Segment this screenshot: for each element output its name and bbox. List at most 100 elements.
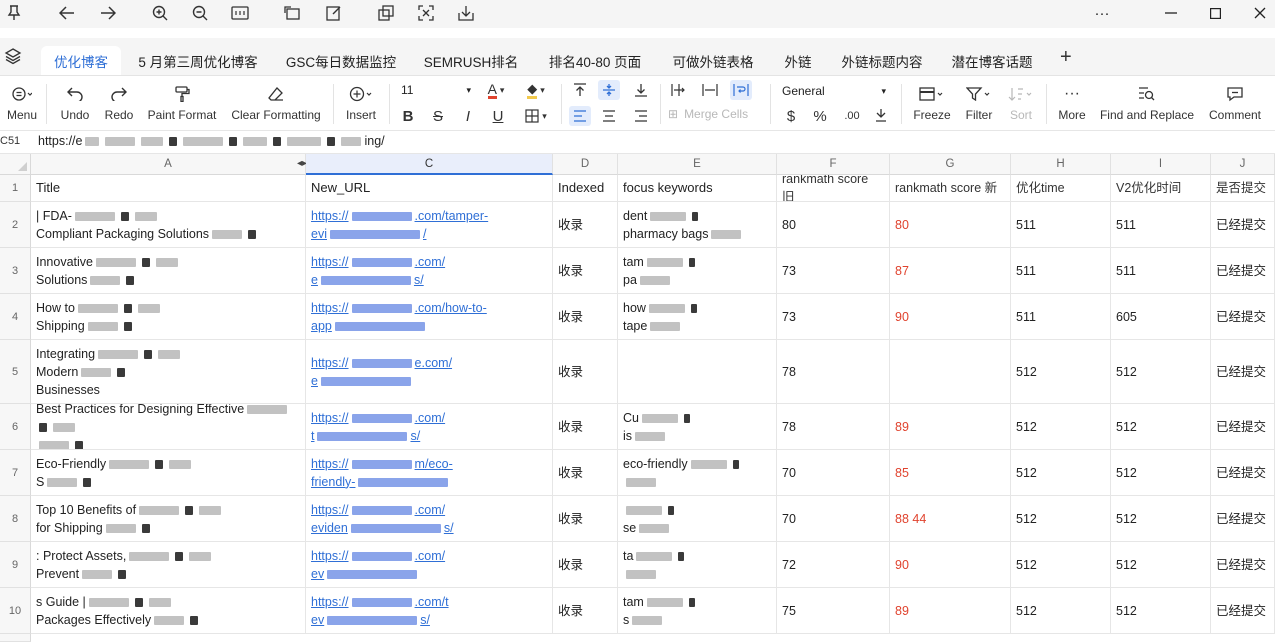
row-header-9[interactable]: 9	[0, 542, 31, 588]
title-cell[interactable]: Eco-Friendly S	[31, 450, 306, 496]
tab-semrush-rank[interactable]: SEMRUSH排名	[412, 46, 530, 75]
submitted-cell[interactable]: 已经提交	[1211, 496, 1275, 542]
bold-button[interactable]: B	[398, 106, 418, 126]
score-old-cell[interactable]: 70	[777, 450, 890, 496]
title-cell[interactable]: Innovative Solutions	[31, 248, 306, 294]
tab-backlinks[interactable]: 外链	[772, 46, 824, 75]
v2-time-cell[interactable]: 512	[1111, 496, 1211, 542]
zoom-in-icon[interactable]	[148, 2, 172, 24]
percent-button[interactable]: %	[811, 106, 829, 126]
fullscreen-icon[interactable]	[414, 2, 438, 24]
focus-keywords-cell[interactable]: Cu is	[618, 404, 777, 450]
header-submitted[interactable]: 是否提交	[1211, 175, 1275, 202]
column-header-f[interactable]: F	[777, 154, 890, 175]
header-v2-time[interactable]: V2优化时间	[1111, 175, 1211, 202]
opt-time-cell[interactable]: 512	[1011, 542, 1111, 588]
borders-button[interactable]: ▾	[518, 106, 554, 126]
more-button[interactable]: ··· More	[1054, 82, 1090, 122]
pin-icon[interactable]	[2, 2, 26, 24]
title-cell[interactable]: | FDA- Compliant Packaging Solutions	[31, 202, 306, 248]
sheets-list-icon[interactable]	[4, 47, 24, 67]
submitted-cell[interactable]: 已经提交	[1211, 542, 1275, 588]
score-old-cell[interactable]: 70	[777, 496, 890, 542]
focus-keywords-cell[interactable]: tam s	[618, 588, 777, 634]
score-old-cell[interactable]: 73	[777, 294, 890, 340]
row-header-3[interactable]: 3	[0, 248, 31, 294]
row-header-partial[interactable]	[0, 634, 31, 642]
score-old-cell[interactable]: 78	[777, 404, 890, 450]
underline-button[interactable]: U	[488, 106, 508, 126]
column-header-c[interactable]: C	[306, 154, 553, 175]
indexed-cell[interactable]: 收录	[553, 202, 618, 248]
column-header-i[interactable]: I	[1111, 154, 1211, 175]
url-cell[interactable]: https://.com/how-to-app	[306, 294, 553, 340]
v2-time-cell[interactable]: 511	[1111, 248, 1211, 294]
number-format-select[interactable]: General ▾	[782, 83, 886, 99]
rotate-icon[interactable]	[280, 2, 304, 24]
align-center-button[interactable]	[598, 106, 620, 126]
header-title[interactable]: Title	[31, 175, 306, 202]
row-header-8[interactable]: 8	[0, 496, 31, 542]
tab-backlink-titles[interactable]: 外链标题内容	[830, 46, 934, 75]
freeze-button[interactable]: Freeze	[910, 82, 954, 122]
clip-text-button[interactable]	[699, 80, 721, 100]
submitted-cell[interactable]: 已经提交	[1211, 248, 1275, 294]
row-header-5[interactable]: 5	[0, 340, 31, 404]
font-size-select[interactable]: 11 ▾	[401, 82, 471, 98]
opt-time-cell[interactable]: 511	[1011, 294, 1111, 340]
indexed-cell[interactable]: 收录	[553, 542, 618, 588]
indexed-cell[interactable]: 收录	[553, 404, 618, 450]
decrease-decimal-button[interactable]: .00	[840, 106, 864, 126]
submitted-cell[interactable]: 已经提交	[1211, 588, 1275, 634]
formula-input[interactable]: https://e ing/	[38, 134, 385, 148]
overflow-text-button[interactable]	[668, 80, 690, 100]
column-header-h[interactable]: H	[1011, 154, 1111, 175]
tab-week3-blog[interactable]: 5 月第三周优化博客	[126, 46, 270, 75]
merge-cells-button[interactable]: ⊞ Merge Cells	[668, 107, 760, 121]
submitted-cell[interactable]: 已经提交	[1211, 450, 1275, 496]
font-color-button[interactable]: A ▾	[478, 80, 514, 100]
indexed-cell[interactable]: 收录	[553, 450, 618, 496]
opt-time-cell[interactable]: 512	[1011, 340, 1111, 404]
focus-keywords-cell[interactable]	[618, 340, 777, 404]
v2-time-cell[interactable]: 605	[1111, 294, 1211, 340]
indexed-cell[interactable]: 收录	[553, 588, 618, 634]
indexed-cell[interactable]: 收录	[553, 248, 618, 294]
tab-gsc-monitor[interactable]: GSC每日数据监控	[276, 46, 406, 75]
align-right-button[interactable]	[630, 106, 652, 126]
column-header-e[interactable]: E	[618, 154, 777, 175]
header-score-old[interactable]: rankmath score 旧	[777, 175, 890, 202]
column-header-j[interactable]: J	[1211, 154, 1275, 175]
score-old-cell[interactable]: 78	[777, 340, 890, 404]
header-score-new[interactable]: rankmath score 新	[890, 175, 1011, 202]
score-new-cell[interactable]	[890, 340, 1011, 404]
back-arrow-icon[interactable]	[55, 2, 79, 24]
undo-button[interactable]: Undo	[56, 82, 94, 122]
score-new-cell[interactable]: 88 44	[890, 496, 1011, 542]
sort-button[interactable]: Sort	[1004, 82, 1038, 122]
fill-color-button[interactable]: ◆ ▾	[518, 80, 554, 100]
v2-time-cell[interactable]: 512	[1111, 340, 1211, 404]
title-cell[interactable]: Integrating Modern Businesses	[31, 340, 306, 404]
header-focus-keywords[interactable]: focus keywords	[618, 175, 777, 202]
download-icon[interactable]	[454, 2, 478, 24]
minimize-icon[interactable]	[1154, 2, 1188, 24]
menu-button[interactable]: Menu	[4, 82, 40, 122]
currency-button[interactable]: $	[782, 106, 800, 126]
tab-rank-40-80[interactable]: 排名40-80 页面	[536, 46, 654, 75]
url-cell[interactable]: https://.com/ev	[306, 542, 553, 588]
focus-keywords-cell[interactable]: dent pharmacy bags	[618, 202, 777, 248]
focus-keywords-cell[interactable]: eco-friendly	[618, 450, 777, 496]
score-new-cell[interactable]: 90	[890, 542, 1011, 588]
score-old-cell[interactable]: 73	[777, 248, 890, 294]
submitted-cell[interactable]: 已经提交	[1211, 294, 1275, 340]
paint-format-button[interactable]: Paint Format	[144, 82, 220, 122]
url-cell[interactable]: https://e.com/e	[306, 340, 553, 404]
url-cell[interactable]: https://.com/e s/	[306, 248, 553, 294]
increase-decimal-button[interactable]	[871, 106, 891, 126]
v2-time-cell[interactable]: 512	[1111, 404, 1211, 450]
url-cell[interactable]: https://.com/t s/	[306, 404, 553, 450]
zoom-out-icon[interactable]	[188, 2, 212, 24]
v2-time-cell[interactable]: 511	[1111, 202, 1211, 248]
row-header-10[interactable]: 10	[0, 588, 31, 634]
